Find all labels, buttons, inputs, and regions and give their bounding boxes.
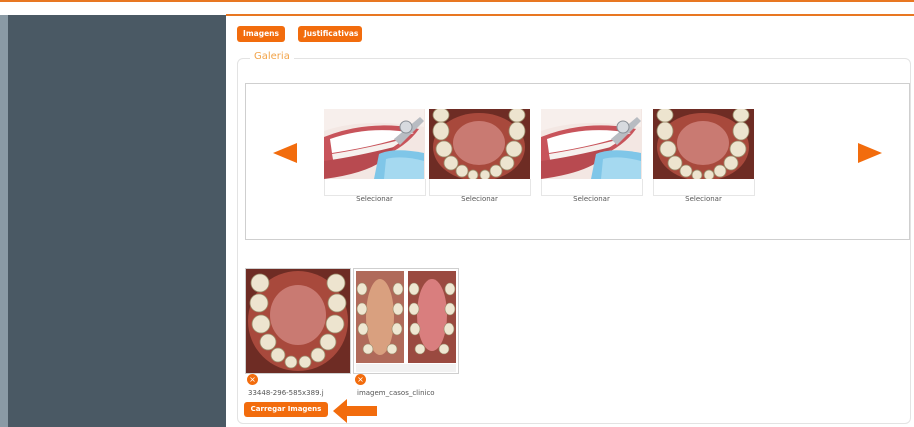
close-icon[interactable]: × [247, 374, 258, 385]
caption-box [653, 179, 755, 196]
gallery-item[interactable]: Selecionar [541, 109, 643, 204]
sidebar [8, 15, 226, 427]
arrow-left-icon[interactable] [273, 143, 297, 163]
upload-images-button[interactable]: Carregar Imagens [244, 402, 328, 417]
arrow-left-icon [333, 399, 377, 423]
gallery-legend: Galeria [250, 51, 294, 62]
select-link[interactable]: Selecionar [541, 195, 642, 203]
select-link[interactable]: Selecionar [429, 195, 530, 203]
uploaded-filename: 33448-296-585x389.j [248, 389, 324, 397]
tab-justificativas[interactable]: Justificativas [298, 26, 362, 42]
lower-arch-image [653, 109, 754, 179]
caption-box [541, 179, 643, 196]
select-link[interactable]: Selecionar [653, 195, 754, 203]
smile-mirror-image [541, 109, 642, 179]
smile-mirror-image [324, 109, 425, 179]
gallery-item[interactable]: Selecionar [429, 109, 531, 204]
uploaded-image [353, 268, 459, 374]
caption-box [324, 179, 426, 196]
caption-box [429, 179, 531, 196]
sidebar-edge [0, 15, 8, 427]
gallery-item[interactable]: Selecionar [653, 109, 755, 204]
uploaded-image [245, 268, 351, 374]
top-border [0, 0, 914, 2]
uploaded-filename: imagem_casos_clinico [357, 389, 435, 397]
close-icon[interactable]: × [355, 374, 366, 385]
tab-imagens[interactable]: Imagens [237, 26, 285, 42]
lower-arch-image [429, 109, 530, 179]
main-top-border [226, 14, 914, 16]
gallery-item[interactable]: Selecionar [324, 109, 426, 204]
arrow-right-icon[interactable] [858, 143, 882, 163]
select-link[interactable]: Selecionar [324, 195, 425, 203]
